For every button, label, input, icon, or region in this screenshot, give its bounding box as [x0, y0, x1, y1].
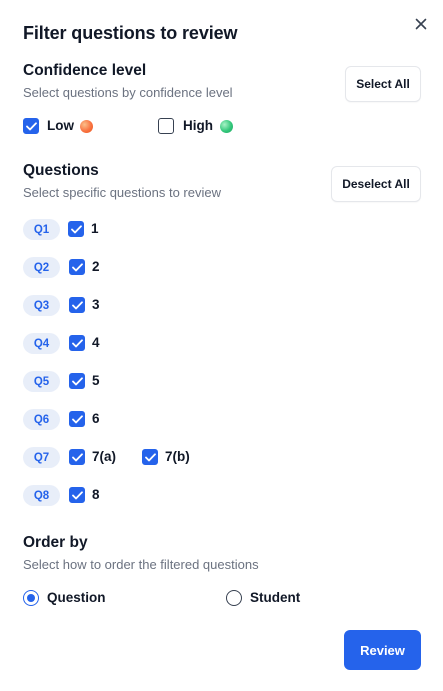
- check-icon: [25, 121, 37, 130]
- select-all-button[interactable]: Select All: [345, 66, 421, 102]
- question-badge-q1: Q1: [23, 219, 60, 240]
- filter-dialog: Filter questions to review Confidence le…: [0, 0, 443, 691]
- confidence-low-label: Low: [47, 118, 74, 133]
- question-label-2: 2: [92, 259, 100, 274]
- question-badge-q6: Q6: [23, 409, 60, 430]
- confidence-title: Confidence level: [23, 62, 147, 79]
- check-icon: [71, 490, 83, 499]
- question-label-5: 5: [92, 373, 100, 388]
- question-checkbox-6[interactable]: [69, 411, 85, 427]
- question-label-8: 8: [92, 487, 100, 502]
- check-icon: [71, 414, 83, 423]
- question-badge-q3: Q3: [23, 295, 60, 316]
- order-by-student-radio[interactable]: [226, 590, 242, 606]
- question-checkbox-3[interactable]: [69, 297, 85, 313]
- check-icon: [70, 224, 82, 233]
- question-badge-q2: Q2: [23, 257, 60, 278]
- dialog-title: Filter questions to review: [23, 23, 238, 43]
- review-button[interactable]: Review: [344, 630, 421, 670]
- order-by-subtitle: Select how to order the filtered questio…: [23, 557, 259, 572]
- questions-title: Questions: [23, 162, 99, 179]
- question-label-3: 3: [92, 297, 100, 312]
- question-badge-q5: Q5: [23, 371, 60, 392]
- low-confidence-dot-icon: [80, 120, 93, 133]
- order-by-question-label: Question: [47, 590, 106, 605]
- question-label-7a: 7(a): [92, 449, 117, 464]
- order-by-question-radio[interactable]: [23, 590, 39, 606]
- confidence-subtitle: Select questions by confidence level: [23, 85, 233, 100]
- check-icon: [71, 262, 83, 271]
- check-icon: [71, 338, 83, 347]
- question-label-6: 6: [92, 411, 100, 426]
- check-icon: [71, 452, 83, 461]
- confidence-high-checkbox[interactable]: [158, 118, 174, 134]
- question-checkbox-8[interactable]: [69, 487, 85, 503]
- high-confidence-dot-icon: [220, 120, 233, 133]
- question-badge-q4: Q4: [23, 333, 60, 354]
- question-checkbox-4[interactable]: [69, 335, 85, 351]
- question-checkbox-7a[interactable]: [69, 449, 85, 465]
- check-icon: [144, 452, 156, 461]
- question-label-7b: 7(b): [165, 449, 190, 464]
- question-badge-q8: Q8: [23, 485, 60, 506]
- question-checkbox-5[interactable]: [69, 373, 85, 389]
- question-checkbox-7b[interactable]: [142, 449, 158, 465]
- question-checkbox-2[interactable]: [69, 259, 85, 275]
- confidence-high-label: High: [183, 118, 213, 133]
- question-label-4: 4: [92, 335, 100, 350]
- check-icon: [71, 300, 83, 309]
- question-label-1: 1: [91, 221, 99, 236]
- confidence-low-checkbox[interactable]: [23, 118, 39, 134]
- question-badge-q7: Q7: [23, 447, 60, 468]
- close-button[interactable]: [410, 13, 432, 35]
- question-checkbox-1[interactable]: [68, 221, 84, 237]
- questions-subtitle: Select specific questions to review: [23, 185, 221, 200]
- order-by-title: Order by: [23, 534, 88, 551]
- deselect-all-button[interactable]: Deselect All: [331, 166, 421, 202]
- close-icon[interactable]: [415, 18, 427, 30]
- check-icon: [71, 376, 83, 385]
- order-by-student-label: Student: [250, 590, 301, 605]
